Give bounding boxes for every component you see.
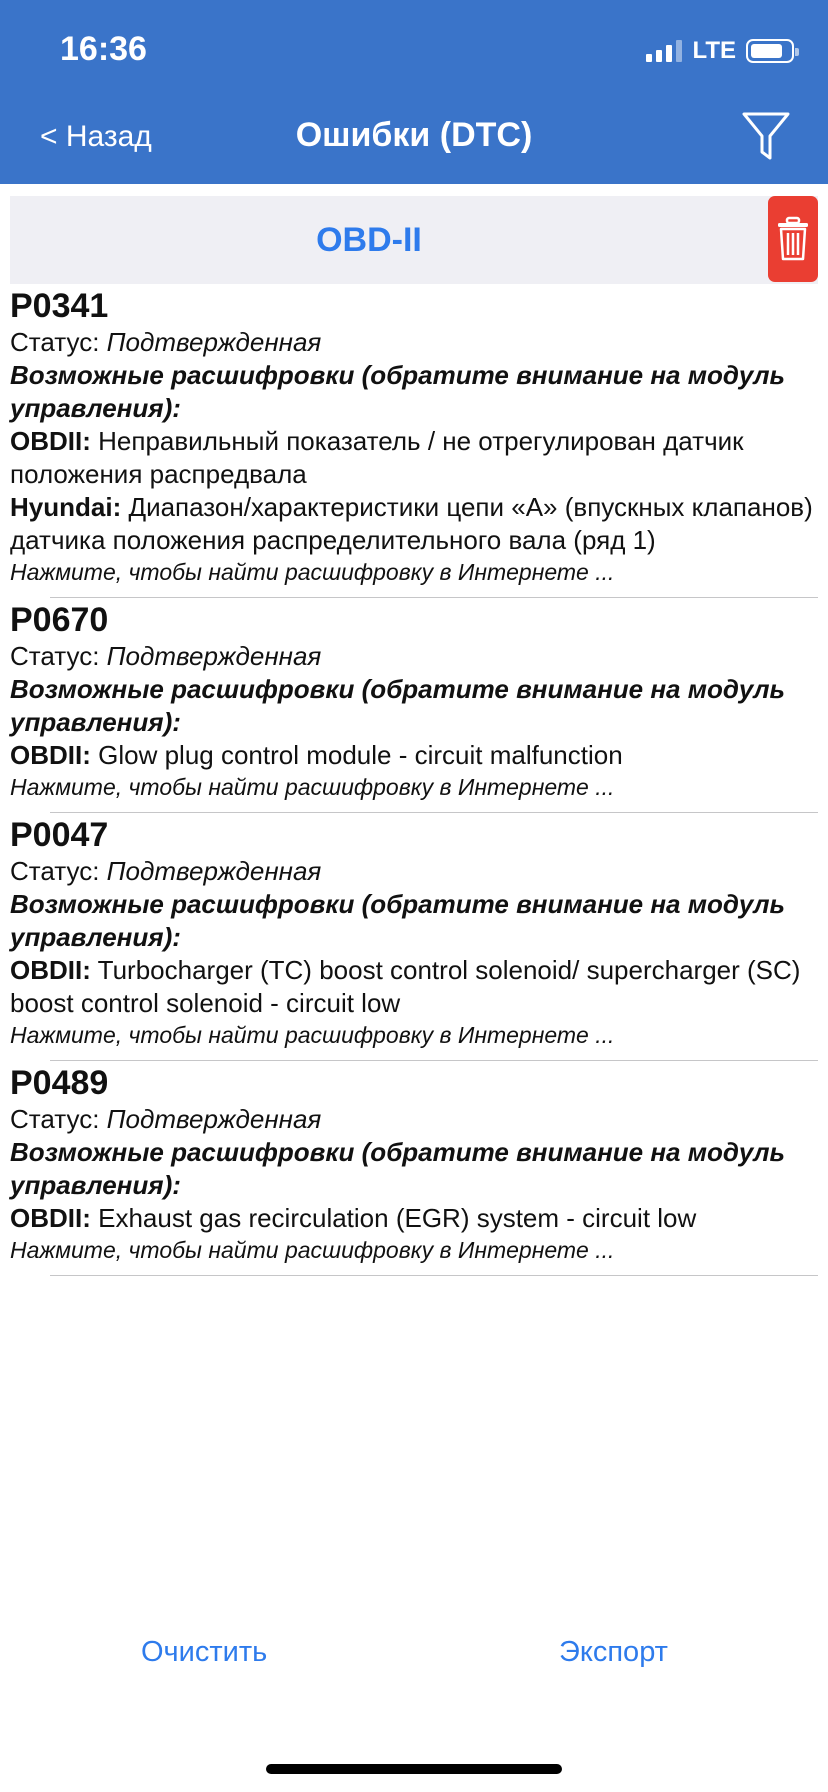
error-status: Статус: Подтвержденная [10,1104,322,1134]
decode-title: Возможные расшифровки (обратите внимание… [10,674,785,737]
battery-icon [746,39,799,63]
network-label: LTE [692,37,736,64]
error-code: P0341 [10,287,109,325]
error-list: P0341 Статус: Подтвержденная Возможные р… [10,284,818,1276]
divider [50,1275,818,1276]
section-title: OBD-II [316,220,422,259]
trash-icon [778,216,808,261]
clear-button[interactable]: Очистить [141,1636,267,1669]
error-item[interactable]: P0047 Статус: Подтвержденная Возможные р… [10,813,818,1060]
search-hint[interactable]: Нажмите, чтобы найти расшифровку в Интер… [10,557,818,587]
decode-title: Возможные расшифровки (обратите внимание… [10,1137,785,1200]
filter-icon [742,112,790,160]
error-code: P0047 [10,816,109,854]
home-indicator[interactable] [266,1764,562,1774]
decode-line: OBDII: Exhaust gas recirculation (EGR) s… [10,1203,697,1233]
delete-button[interactable] [768,196,818,282]
signal-icon [646,40,683,62]
decode-title: Возможные расшифровки (обратите внимание… [10,360,785,423]
error-code: P0670 [10,601,109,639]
decode-line: OBDII: Glow plug control module - circui… [10,740,623,770]
decode-line: OBDII: Неправильный показатель / не отре… [10,426,744,489]
status-time: 16:36 [60,30,147,68]
header-bar: 16:36 LTE < Назад Ошибки (DTC) [0,0,828,184]
error-code: P0489 [10,1064,109,1102]
decode-title: Возможные расшифровки (обратите внимание… [10,889,785,952]
error-status: Статус: Подтвержденная [10,327,322,357]
error-item[interactable]: P0489 Статус: Подтвержденная Возможные р… [10,1061,818,1275]
error-status: Статус: Подтвержденная [10,856,322,886]
decode-line: Hyundai: Диапазон/характеристики цепи «A… [10,492,813,555]
page-title: Ошибки (DTC) [295,116,533,154]
section-header: OBD-II [10,196,818,284]
search-hint[interactable]: Нажмите, чтобы найти расшифровку в Интер… [10,1235,818,1265]
error-item[interactable]: P0670 Статус: Подтвержденная Возможные р… [10,598,818,812]
error-status: Статус: Подтвержденная [10,641,322,671]
decode-line: OBDII: Turbocharger (TC) boost control s… [10,955,801,1018]
filter-button[interactable] [740,110,792,164]
search-hint[interactable]: Нажмите, чтобы найти расшифровку в Интер… [10,1020,818,1050]
search-hint[interactable]: Нажмите, чтобы найти расшифровку в Интер… [10,772,818,802]
status-indicators: LTE [646,36,799,66]
export-button[interactable]: Экспорт [559,1636,668,1669]
error-item[interactable]: P0341 Статус: Подтвержденная Возможные р… [10,284,818,597]
